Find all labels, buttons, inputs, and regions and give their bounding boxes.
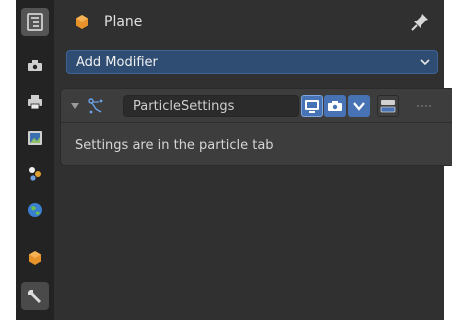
properties-editor: Plane Add Modifier ParticleSettings Sett… — [16, 0, 452, 320]
properties-tab-bar — [16, 0, 54, 320]
tab-output[interactable] — [21, 88, 49, 116]
modifier-name-field[interactable]: ParticleSettings — [123, 95, 299, 117]
monitor-icon — [305, 100, 319, 113]
edit-mode-icon — [380, 100, 396, 113]
camera-icon — [328, 101, 342, 111]
output-icon — [28, 95, 42, 110]
show-in-render-toggle[interactable] — [324, 95, 346, 117]
object-name: Plane — [104, 14, 143, 30]
particle-tab-message: Settings are in the particle tab — [75, 138, 274, 153]
scene-icon — [29, 167, 41, 181]
properties-header: Plane — [54, 0, 444, 44]
render-icon — [28, 60, 42, 71]
tab-world[interactable] — [21, 196, 49, 224]
world-icon — [28, 203, 42, 217]
show-in-edit-mode-toggle[interactable] — [377, 95, 399, 117]
add-modifier-dropdown[interactable]: Add Modifier — [66, 50, 438, 74]
chevron-down-icon — [353, 102, 365, 111]
wrench-icon — [28, 290, 41, 303]
object-icon — [29, 251, 41, 265]
tab-view-layer[interactable] — [21, 124, 49, 152]
show-on-cage-toggle[interactable] — [348, 95, 370, 117]
tab-object[interactable] — [21, 244, 49, 272]
drag-handle-icon[interactable] — [416, 104, 434, 108]
tab-scene[interactable] — [21, 160, 49, 188]
tab-render[interactable] — [21, 52, 49, 80]
add-modifier-label: Add Modifier — [76, 55, 158, 70]
tab-tool[interactable] — [21, 8, 49, 36]
particle-system-icon — [88, 98, 103, 114]
modifier-name: ParticleSettings — [133, 99, 235, 114]
show-in-viewport-toggle[interactable] — [301, 95, 323, 117]
tab-modifiers[interactable] — [21, 282, 49, 310]
collapse-arrow-icon[interactable] — [71, 102, 79, 110]
pin-icon[interactable] — [410, 12, 430, 32]
chevron-down-icon — [420, 59, 430, 66]
view-layer-icon — [28, 131, 42, 145]
modifier-panel-header: ParticleSettings — [61, 89, 452, 123]
modifier-panel: ParticleSettings Settings are in the par… — [60, 88, 452, 166]
properties-content: Plane Add Modifier ParticleSettings Sett… — [54, 0, 452, 320]
tool-icon — [27, 13, 43, 31]
object-cube-icon — [76, 15, 88, 29]
